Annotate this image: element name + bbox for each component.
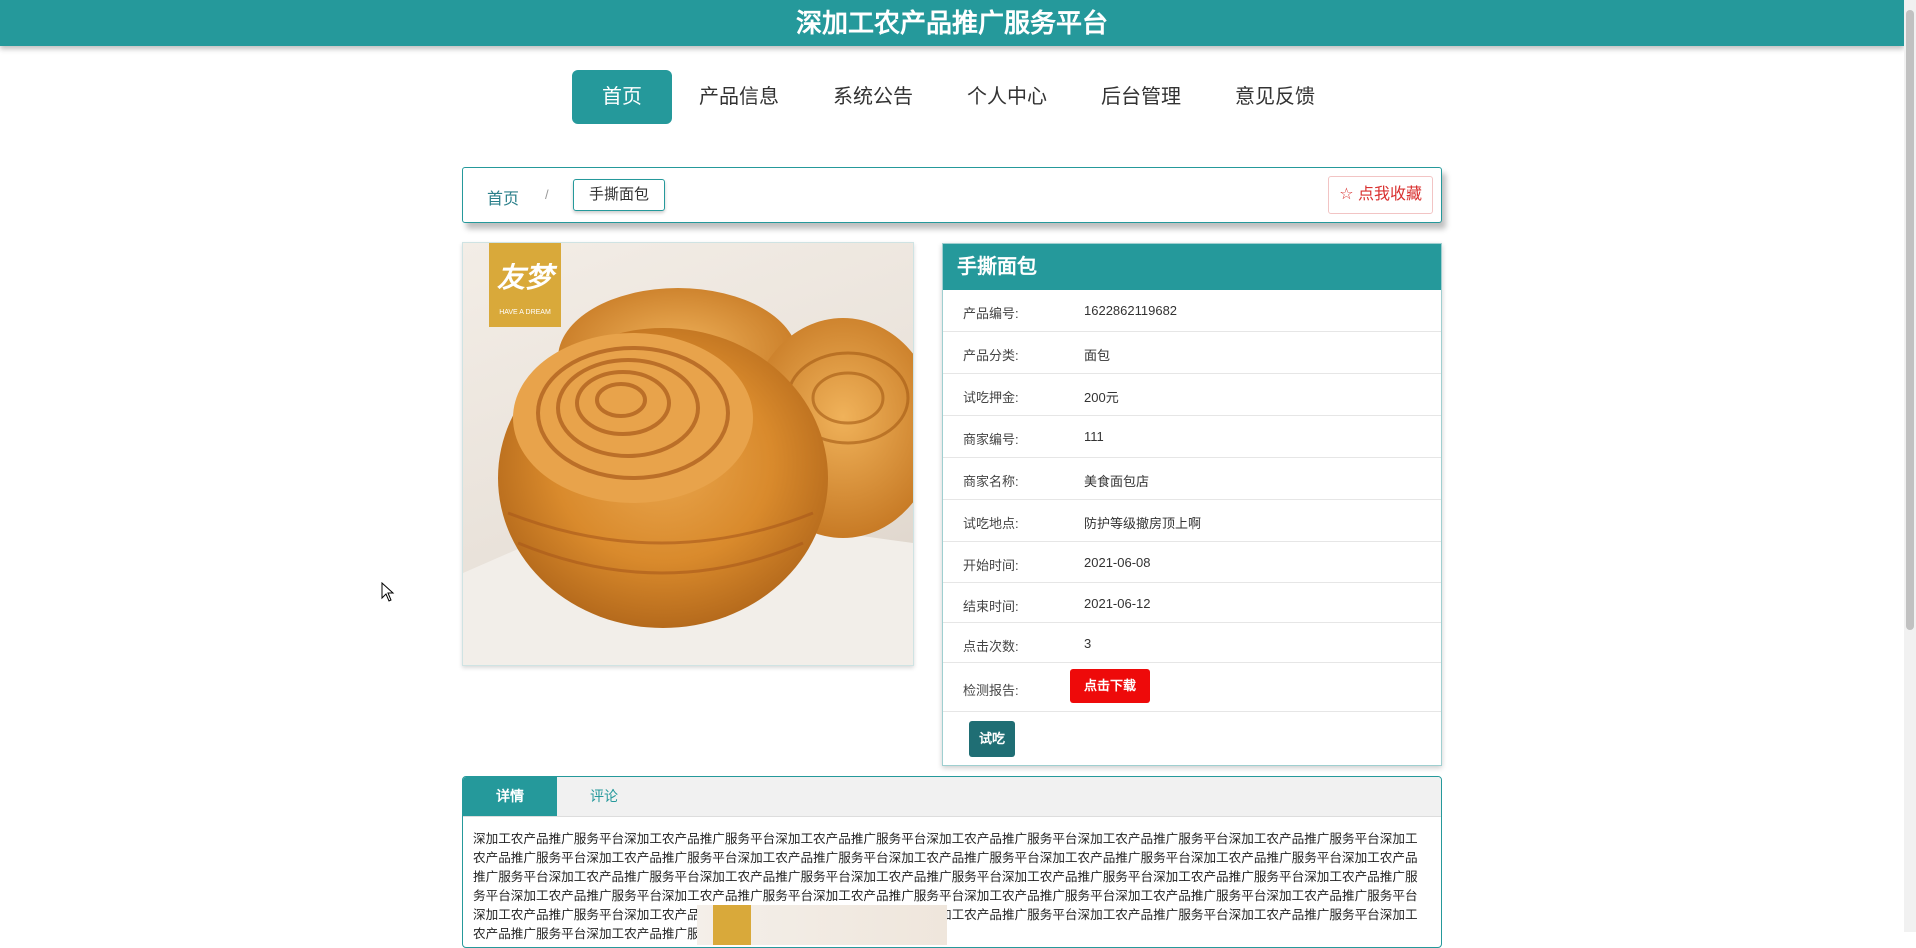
brand-logo-subtext: HAVE A DREAM bbox=[499, 309, 551, 316]
info-label: 产品编号: bbox=[963, 306, 1019, 321]
breadcrumb: 首页 / 手撕面包 ☆ 点我收藏 bbox=[462, 167, 1442, 223]
scrollbar-thumb[interactable] bbox=[1906, 10, 1914, 630]
info-row-start-time: 开始时间: 2021-06-08 bbox=[943, 542, 1441, 583]
nav-item-home[interactable]: 首页 bbox=[572, 70, 672, 124]
info-row-merchant-name: 商家名称: 美食面包店 bbox=[943, 458, 1441, 500]
info-value: 面包 bbox=[1084, 348, 1111, 363]
tab-bar: 详情 评论 bbox=[463, 777, 1441, 817]
info-row-merchant-id: 商家编号: 111 bbox=[943, 416, 1441, 458]
info-label: 试吃地点: bbox=[963, 516, 1019, 531]
nav-item-profile[interactable]: 个人中心 bbox=[940, 70, 1074, 124]
info-value: 200元 bbox=[1084, 390, 1119, 405]
info-label: 产品分类: bbox=[963, 348, 1019, 363]
brand-logo: 友梦 HAVE A DREAM bbox=[489, 243, 561, 327]
detail-tabs: 详情 评论 深加工农产品推广服务平台深加工农产品推广服务平台深加工农产品推广服务… bbox=[462, 776, 1442, 948]
product-info-panel: 手撕面包 产品编号: 1622862119682 产品分类: 面包 试吃押金: … bbox=[942, 243, 1442, 766]
detail-image bbox=[697, 905, 947, 945]
info-value: 防护等级撤房顶上啊 bbox=[1084, 516, 1202, 531]
nav-item-admin[interactable]: 后台管理 bbox=[1074, 70, 1208, 124]
nav-item-products[interactable]: 产品信息 bbox=[672, 70, 806, 124]
info-value: 111 bbox=[1084, 429, 1104, 444]
info-value: 2021-06-08 bbox=[1084, 555, 1151, 570]
nav-item-feedback[interactable]: 意见反馈 bbox=[1208, 70, 1342, 124]
info-label: 商家编号: bbox=[963, 432, 1019, 447]
info-label: 试吃押金: bbox=[963, 390, 1019, 405]
info-row-end-time: 结束时间: 2021-06-12 bbox=[943, 583, 1441, 623]
product-name: 手撕面包 bbox=[943, 244, 1441, 290]
info-row-actions: 试吃 bbox=[943, 712, 1441, 764]
download-report-button[interactable]: 点击下载 bbox=[1070, 669, 1151, 703]
site-title: 深加工农产品推广服务平台 bbox=[795, 8, 1108, 38]
info-value: 美食面包店 bbox=[1084, 474, 1150, 489]
info-label: 结束时间: bbox=[963, 599, 1019, 614]
info-row-deposit: 试吃押金: 200元 bbox=[943, 374, 1441, 416]
info-row-clicks: 点击次数: 3 bbox=[943, 623, 1441, 663]
info-row-report: 检测报告: 点击下载 bbox=[943, 663, 1441, 712]
info-row-category: 产品分类: 面包 bbox=[943, 332, 1441, 374]
info-label: 点击次数: bbox=[963, 639, 1019, 654]
main-nav: 首页 产品信息 系统公告 个人中心 后台管理 意见反馈 bbox=[572, 70, 1342, 124]
brand-logo-text: 友梦 bbox=[496, 262, 553, 293]
nav-item-announcements[interactable]: 系统公告 bbox=[806, 70, 940, 124]
trial-button[interactable]: 试吃 bbox=[969, 721, 1016, 757]
info-label: 商家名称: bbox=[963, 474, 1019, 489]
info-label: 开始时间: bbox=[963, 558, 1019, 573]
info-row-location: 试吃地点: 防护等级撤房顶上啊 bbox=[943, 500, 1441, 542]
info-value: 1622862119682 bbox=[1084, 303, 1178, 318]
brand-logo bbox=[713, 905, 751, 945]
breadcrumb-home-link[interactable]: 首页 bbox=[487, 185, 519, 209]
detail-text: 深加工农产品推广服务平台深加工农产品推广服务平台深加工农产品推广服务平台深加工农… bbox=[473, 832, 1418, 941]
breadcrumb-current[interactable]: 手撕面包 bbox=[573, 179, 666, 211]
mouse-cursor-icon bbox=[381, 582, 395, 602]
breadcrumb-separator: / bbox=[545, 187, 549, 202]
product-image: 友梦 HAVE A DREAM bbox=[462, 242, 914, 666]
site-header: 深加工农产品推广服务平台 bbox=[0, 0, 1904, 46]
info-value: 3 bbox=[1084, 636, 1092, 651]
info-value: 2021-06-12 bbox=[1084, 596, 1151, 611]
info-label: 检测报告: bbox=[963, 683, 1019, 698]
favorite-button[interactable]: ☆ 点我收藏 bbox=[1328, 176, 1433, 214]
tab-details[interactable]: 详情 bbox=[463, 777, 557, 816]
info-row-code: 产品编号: 1622862119682 bbox=[943, 290, 1441, 332]
tab-comments[interactable]: 评论 bbox=[557, 777, 651, 816]
page-scrollbar[interactable] bbox=[1904, 0, 1916, 932]
